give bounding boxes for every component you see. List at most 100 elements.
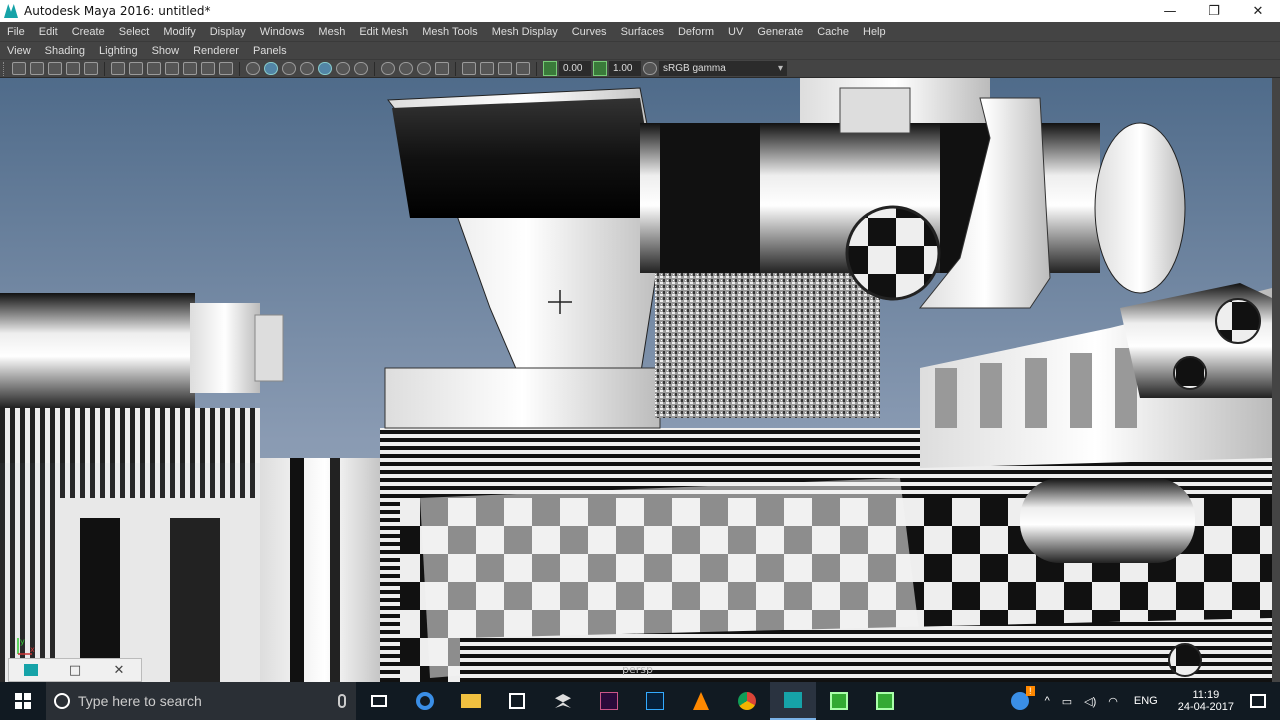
motion-blur-icon[interactable] [381,62,395,75]
mini-close-button[interactable]: ✕ [97,663,141,678]
panel-menu-panels[interactable]: Panels [246,45,294,57]
menu-file[interactable]: File [0,26,32,38]
mini-restore-button[interactable]: □ [53,663,97,678]
axis-x-label: x [30,645,35,654]
backface-icon[interactable] [516,62,530,75]
menu-edit[interactable]: Edit [32,26,65,38]
windows-start-icon[interactable] [0,682,46,720]
wireframe-icon[interactable] [246,62,260,75]
gamma-field[interactable]: 1.00 [609,61,641,76]
action-center-icon[interactable] [1250,694,1266,708]
language-indicator[interactable]: ENG [1134,695,1158,707]
resolution-gate-icon[interactable] [147,62,161,75]
close-button[interactable]: ✕ [1236,0,1280,22]
menu-display[interactable]: Display [203,26,253,38]
maya-window: Autodesk Maya 2016: untitled* — ❐ ✕ File… [0,0,1280,720]
isolate-select-icon[interactable] [435,62,449,75]
menu-surfaces[interactable]: Surfaces [614,26,671,38]
wifi-icon[interactable]: ◠ [1108,695,1118,708]
maya-taskbar-icon[interactable] [770,682,816,720]
minimize-button[interactable]: — [1148,0,1192,22]
menu-help[interactable]: Help [856,26,893,38]
toolbar-separator [536,61,537,76]
menu-mesh-display[interactable]: Mesh Display [485,26,565,38]
menu-mesh[interactable]: Mesh [311,26,352,38]
panel-menu-renderer[interactable]: Renderer [186,45,246,57]
gate-mask-icon[interactable] [165,62,179,75]
exposure-toggle-icon[interactable] [543,61,557,76]
toolbar-separator [374,61,375,76]
exposure-field[interactable]: 0.00 [559,61,591,76]
system-tray: ! ^ ▭ ◁) ◠ ENG 11:19 24-04-2017 [1010,682,1280,720]
edge-browser-icon[interactable] [402,682,448,720]
textured-icon[interactable] [300,62,314,75]
notification-badge: ! [1026,686,1035,696]
camera-bookmark-icon[interactable] [30,62,44,75]
maya-mini-icon[interactable] [9,664,53,676]
clock[interactable]: 11:19 24-04-2017 [1178,689,1234,713]
menu-generate[interactable]: Generate [750,26,810,38]
task-view-icon[interactable] [356,682,402,720]
safe-title-icon[interactable] [219,62,233,75]
xray-icon[interactable] [462,62,476,75]
xray-components-icon[interactable] [498,62,512,75]
smooth-shade-icon[interactable] [264,62,278,75]
camera-attributes-icon[interactable] [12,62,26,75]
volume-icon[interactable]: ◁) [1084,695,1096,708]
battery-icon[interactable]: ▭ [1062,695,1072,708]
panel-menu-show[interactable]: Show [145,45,187,57]
file-explorer-icon[interactable] [448,682,494,720]
shadows-icon[interactable] [336,62,350,75]
vlc-icon[interactable] [678,682,724,720]
photoshop-icon[interactable] [632,682,678,720]
menu-mesh-tools[interactable]: Mesh Tools [415,26,484,38]
gamma-toggle-icon[interactable] [593,61,607,76]
windows-taskbar: Type here to search ! ^ ▭ ◁) ◠ ENG 11:19… [0,682,1280,720]
camtasia-icon-1[interactable] [816,682,862,720]
wireframe-on-shaded-icon[interactable] [282,62,296,75]
safe-action-icon[interactable] [201,62,215,75]
menu-create[interactable]: Create [65,26,112,38]
menu-windows[interactable]: Windows [253,26,312,38]
film-gate-icon[interactable] [129,62,143,75]
color-space-dropdown[interactable]: sRGB gamma [659,61,787,76]
field-chart-icon[interactable] [183,62,197,75]
use-lights-icon[interactable] [318,62,332,75]
maya-logo-icon [4,4,18,18]
toolbar-grip[interactable] [3,61,7,76]
menu-deform[interactable]: Deform [671,26,721,38]
grid-icon[interactable] [111,62,125,75]
menu-curves[interactable]: Curves [565,26,614,38]
chevron-up-icon[interactable]: ^ [1045,695,1050,707]
menu-modify[interactable]: Modify [156,26,202,38]
color-management-icon[interactable] [643,62,657,75]
screen-space-ao-icon[interactable] [354,62,368,75]
store-icon[interactable] [494,682,540,720]
two-d-pan-zoom-icon[interactable] [66,62,80,75]
xray-joints-icon[interactable] [480,62,494,75]
panel-menu-lighting[interactable]: Lighting [92,45,145,57]
grease-pencil-icon[interactable] [84,62,98,75]
axis-y-label: y [20,637,25,646]
menu-cache[interactable]: Cache [810,26,856,38]
microphone-icon[interactable] [338,694,346,708]
menu-select[interactable]: Select [112,26,157,38]
main-menubar: File Edit Create Select Modify Display W… [0,22,1280,41]
menu-uv[interactable]: UV [721,26,750,38]
restore-button[interactable]: ❐ [1192,0,1236,22]
panel-menu-shading[interactable]: Shading [38,45,92,57]
dropbox-icon[interactable] [540,682,586,720]
perspective-viewport[interactable]: y x persp [0,78,1272,682]
clock-time: 11:19 [1192,689,1220,701]
camtasia-icon-2[interactable] [862,682,908,720]
anti-aliasing-icon[interactable] [399,62,413,75]
minimized-window-bar[interactable]: □ ✕ [8,658,142,682]
panel-menu-view[interactable]: View [0,45,38,57]
premiere-icon[interactable] [586,682,632,720]
menu-edit-mesh[interactable]: Edit Mesh [352,26,415,38]
image-plane-icon[interactable] [48,62,62,75]
chrome-icon[interactable] [724,682,770,720]
tray-app-icon[interactable]: ! [1010,686,1035,710]
taskbar-search-box[interactable]: Type here to search [46,682,356,720]
depth-of-field-icon[interactable] [417,62,431,75]
